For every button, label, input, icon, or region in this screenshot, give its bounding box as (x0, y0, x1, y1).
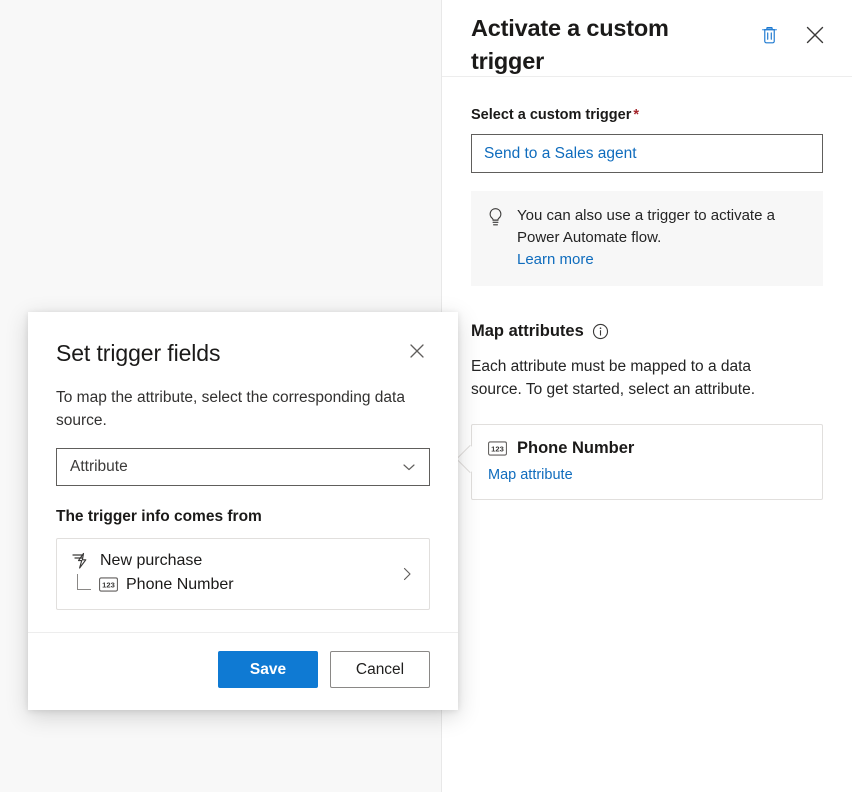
map-attributes-title: Map attributes (471, 322, 584, 341)
map-attribute-link[interactable]: Map attribute (488, 467, 573, 483)
custom-trigger-value: Send to a Sales agent (484, 145, 637, 163)
svg-text:123: 123 (102, 580, 115, 589)
lightbulb-icon (486, 205, 505, 271)
dialog-titlebar: Set trigger fields (56, 338, 430, 368)
activate-trigger-panel: Activate a custom trigger (441, 0, 852, 792)
number-123-icon: 123 (99, 577, 118, 592)
tip-content: You can also use a trigger to activate a… (517, 205, 807, 271)
number-123-icon: 123 (488, 441, 507, 456)
map-attributes-header: Map attributes (471, 322, 823, 341)
close-icon (803, 23, 827, 47)
attribute-card-wrapper: 123 Phone Number Map attribute (471, 424, 823, 500)
dialog-content: Set trigger fields To map the attribute,… (28, 312, 458, 632)
close-panel-button[interactable] (802, 22, 828, 48)
panel-header-actions (756, 22, 828, 48)
required-marker: * (633, 107, 639, 123)
trigger-source-label: The trigger info comes from (56, 508, 430, 526)
svg-text:123: 123 (491, 444, 504, 453)
close-dialog-button[interactable] (404, 338, 430, 364)
trash-icon (759, 25, 780, 46)
chevron-down-icon (401, 459, 417, 475)
page-title: Activate a custom trigger (471, 8, 716, 78)
trigger-source-title: New purchase (100, 552, 202, 570)
tip-text: You can also use a trigger to activate a… (517, 207, 775, 246)
power-automate-tip: You can also use a trigger to activate a… (471, 191, 823, 286)
set-trigger-fields-dialog: Set trigger fields To map the attribute,… (28, 312, 458, 710)
trigger-bolt-icon (71, 552, 91, 570)
info-icon[interactable] (592, 323, 609, 340)
dialog-title: Set trigger fields (56, 338, 220, 368)
chevron-right-icon (399, 566, 415, 582)
trigger-source-child-title: Phone Number (126, 576, 234, 594)
tree-branch-connector (77, 574, 91, 590)
delete-trigger-button[interactable] (756, 22, 782, 48)
trigger-source-item[interactable]: New purchase 123 Phone Number (56, 538, 430, 610)
panel-body: Select a custom trigger* Send to a Sales… (442, 77, 852, 500)
custom-trigger-label: Select a custom trigger* (471, 105, 823, 125)
close-icon (407, 341, 427, 361)
trigger-source-child-row: 123 Phone Number (71, 574, 234, 595)
attribute-select-value: Attribute (70, 458, 128, 476)
panel-header: Activate a custom trigger (442, 0, 852, 77)
attribute-select[interactable]: Attribute (56, 448, 430, 486)
learn-more-link[interactable]: Learn more (517, 249, 807, 271)
dialog-footer: Save Cancel (28, 632, 458, 710)
cancel-button[interactable]: Cancel (330, 651, 430, 688)
attribute-header-row: 123 Phone Number (488, 439, 806, 458)
custom-trigger-select[interactable]: Send to a Sales agent (471, 134, 823, 173)
trigger-source-content: New purchase 123 Phone Number (71, 552, 234, 595)
trigger-source-title-row: New purchase (71, 552, 234, 570)
dialog-description: To map the attribute, select the corresp… (56, 386, 421, 432)
map-attributes-description: Each attribute must be mapped to a data … (471, 355, 801, 401)
custom-trigger-label-text: Select a custom trigger (471, 107, 631, 123)
attribute-card[interactable]: 123 Phone Number Map attribute (471, 424, 823, 500)
attribute-name: Phone Number (517, 439, 634, 458)
save-button[interactable]: Save (218, 651, 318, 688)
